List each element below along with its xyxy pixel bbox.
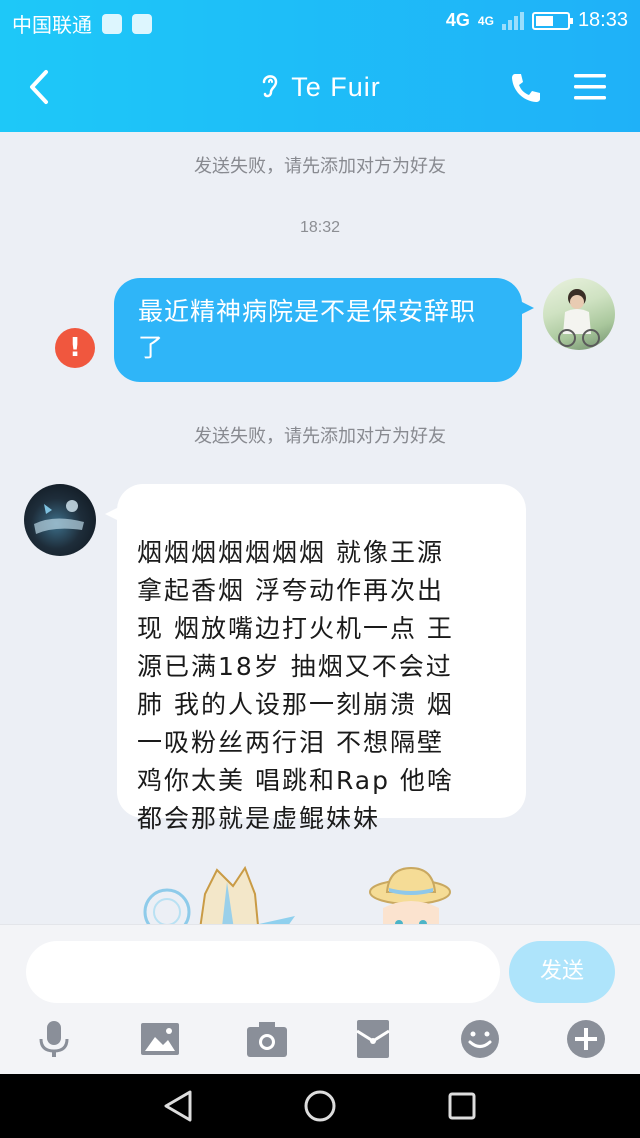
clock: 18:33 [577, 9, 628, 31]
chat-title-text: Te Fuir [291, 72, 381, 102]
plus-icon [567, 1020, 605, 1058]
my-avatar[interactable] [543, 278, 615, 350]
circle-home-icon [304, 1090, 336, 1122]
battery-icon [531, 11, 573, 30]
outgoing-message-bubble[interactable]: 最近精神病院是不是保安辞职了 [114, 278, 534, 382]
incoming-message-text: 烟烟烟烟烟烟烟 就像王源 拿起香烟 浮夸动作再次出 现 烟放嘴边打火机一点 王 … [137, 538, 454, 833]
carrier-label: 中国联通 [12, 15, 92, 37]
camera-button[interactable] [245, 1017, 289, 1061]
message-timestamp: 18:32 [299, 219, 341, 236]
square-recents-icon [448, 1092, 476, 1120]
avatar-photo-icon [34, 500, 84, 534]
red-packet-button[interactable] [351, 1017, 395, 1061]
chat-header: Te Fuir [0, 42, 640, 132]
emoji-button[interactable] [458, 1017, 502, 1061]
ear-icon [262, 75, 278, 98]
incoming-message-bubble[interactable]: 烟烟烟烟烟烟烟 就像王源 拿起香烟 浮夸动作再次出 现 烟放嘴边打火机一点 王 … [105, 484, 526, 833]
nav-back-button[interactable] [158, 1086, 198, 1126]
triangle-back-icon [164, 1090, 192, 1122]
weibo-icon [132, 13, 152, 34]
phone-icon [512, 74, 540, 102]
menu-button[interactable] [572, 72, 608, 102]
send-button[interactable]: 发送 [509, 941, 615, 1003]
call-button[interactable] [508, 70, 544, 106]
voice-button[interactable] [32, 1017, 76, 1061]
send-failed-icon[interactable]: ! [55, 328, 95, 368]
signal-icon [501, 11, 524, 30]
contact-avatar[interactable] [24, 484, 96, 556]
input-bar: 发送 [0, 924, 640, 1074]
camera-icon [247, 1022, 287, 1057]
menu-icon [574, 74, 606, 100]
nav-recents-button[interactable] [442, 1086, 482, 1126]
chat-title: Te Fuir [0, 70, 640, 103]
image-icon [141, 1023, 179, 1055]
status-bar: 中国联通 4G 4G 18:33 [0, 0, 640, 42]
red-packet-icon [356, 1020, 390, 1058]
system-note: 发送失败，请先添加对方为好友 [194, 156, 446, 177]
navigation-bar [0, 1074, 640, 1138]
message-input[interactable] [26, 941, 500, 1003]
system-note: 发送失败，请先添加对方为好友 [194, 426, 446, 447]
input-toolbar [0, 1017, 640, 1063]
network-label: 4G [445, 10, 470, 30]
avatar-photo-icon [558, 289, 600, 347]
image-button[interactable] [138, 1017, 182, 1061]
emoji-icon [461, 1020, 499, 1058]
notification-icon [102, 13, 122, 34]
microphone-icon [39, 1021, 69, 1057]
nav-home-button[interactable] [300, 1086, 340, 1126]
more-button[interactable] [564, 1017, 608, 1061]
network-label-secondary: 4G [477, 13, 494, 28]
outgoing-message-text: 最近精神病院是不是保安辞职了 [138, 297, 477, 362]
